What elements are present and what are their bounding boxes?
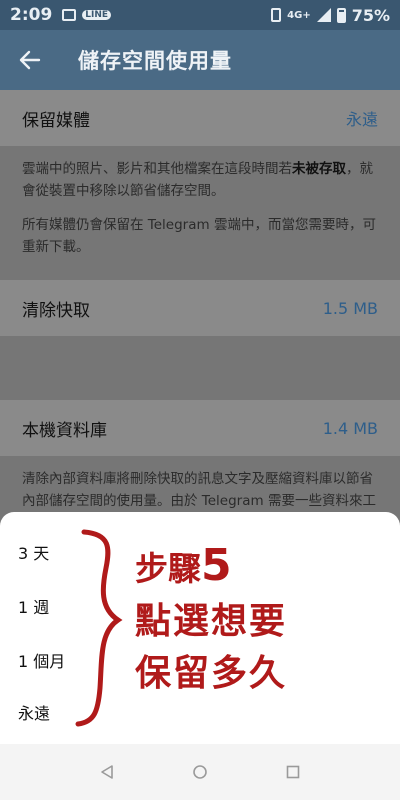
local-database-row[interactable]: 本機資料庫 1.4 MB (0, 400, 400, 456)
option-3-days[interactable]: 3 天 (18, 540, 49, 564)
line-notification-icon: LINE (82, 10, 112, 20)
settings-list: 保留媒體 永遠 雲端中的照片、影片和其他檔案在這段時間若未被存取，就會從裝置中移… (0, 90, 400, 556)
clear-cache-value: 1.5 MB (322, 298, 378, 318)
keep-media-label: 保留媒體 (22, 110, 90, 131)
page-title: 儲存空間使用量 (78, 49, 232, 73)
nav-back-button[interactable] (87, 752, 127, 792)
circle-home-icon (193, 765, 207, 779)
clear-cache-label: 清除快取 (22, 300, 90, 321)
status-left-icons: LINE (62, 9, 112, 21)
nav-home-button[interactable] (180, 752, 220, 792)
keep-media-row[interactable]: 保留媒體 永遠 (0, 90, 400, 146)
option-1-month[interactable]: 1 個月 (18, 648, 65, 672)
annotation-line-3: 保留多久 (135, 652, 288, 694)
vibrate-icon (271, 8, 282, 22)
annotation-step-text: 步驟 (135, 549, 201, 588)
section-divider (0, 336, 400, 400)
keep-media-info-2: 所有媒體仍會保留在 Telegram 雲端中，而當您需要時，可重新下載。 (22, 217, 376, 255)
annotation-brace (75, 529, 123, 727)
local-database-label: 本機資料庫 (22, 420, 107, 441)
battery-icon (336, 7, 346, 23)
annotation-step-title: 步驟5 (135, 540, 232, 591)
square-recents-icon (287, 765, 300, 779)
back-button[interactable] (0, 30, 60, 90)
status-right-icons: 4G+ 75% (271, 6, 390, 25)
annotation-line-2: 點選想要 (135, 600, 288, 642)
clear-cache-row[interactable]: 清除快取 1.5 MB (0, 280, 400, 336)
status-bar: 2:09 LINE 4G+ 75% (0, 0, 400, 30)
option-forever[interactable]: 永遠 (18, 700, 50, 724)
keep-media-info: 雲端中的照片、影片和其他檔案在這段時間若未被存取，就會從裝置中移除以節省儲存空間… (0, 146, 400, 280)
keep-media-info-1a: 雲端中的照片、影片和其他檔案在這段時間若 (22, 161, 292, 177)
triangle-back-icon (100, 765, 113, 779)
nav-recents-button[interactable] (273, 752, 313, 792)
back-arrow-icon (19, 50, 41, 70)
app-toolbar: 儲存空間使用量 (0, 30, 400, 90)
option-1-week[interactable]: 1 週 (18, 594, 49, 618)
signal-icon (316, 8, 331, 22)
annotation-step-number: 5 (201, 540, 232, 591)
status-time: 2:09 (10, 5, 53, 25)
local-database-value: 1.4 MB (322, 418, 378, 438)
keep-media-value: 永遠 (345, 110, 378, 129)
battery-percent: 75% (351, 5, 390, 25)
gallery-notification-icon (62, 9, 77, 21)
network-type: 4G+ (287, 9, 311, 21)
keep-media-info-1b: 未被存取 (292, 161, 346, 177)
keep-media-info-1: 雲端中的照片、影片和其他檔案在這段時間若未被存取，就會從裝置中移除以節省儲存空間… (22, 158, 378, 202)
system-nav-bar (0, 744, 400, 800)
